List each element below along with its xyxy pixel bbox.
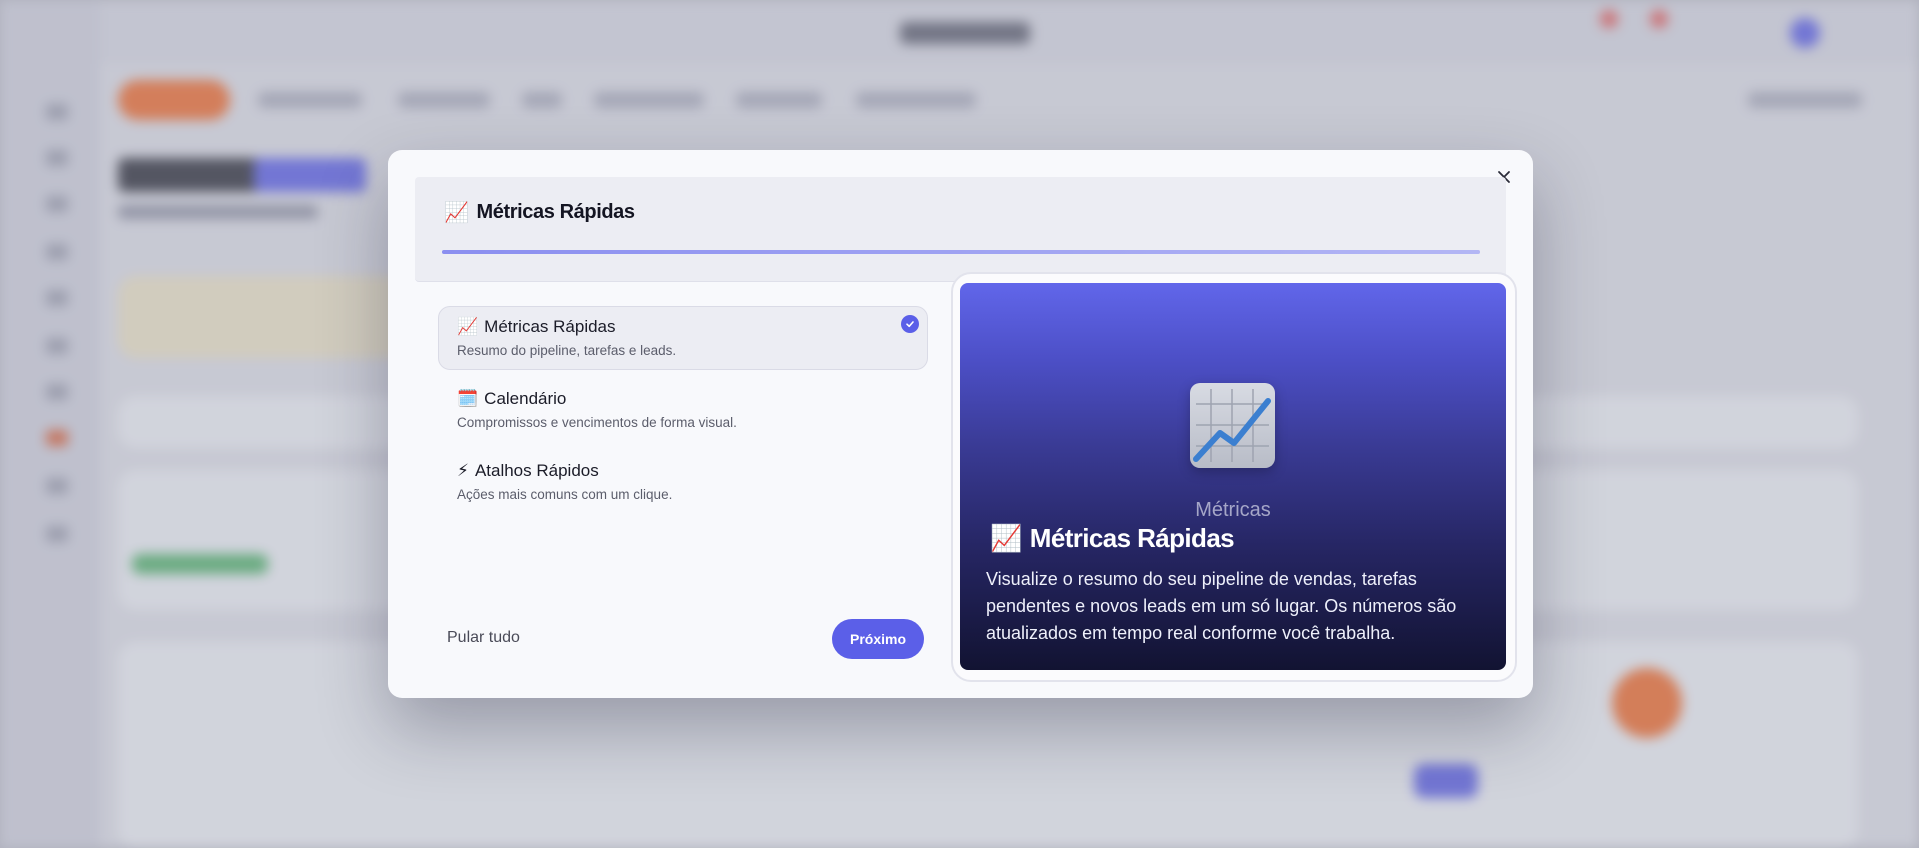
lightning-icon: ⚡	[457, 461, 469, 480]
step-list: 📈 Métricas Rápidas Resumo do pipeline, t…	[438, 306, 928, 522]
step-title: 🗓️ Calendário	[457, 389, 909, 409]
step-description: Compromissos e vencimentos de forma visu…	[457, 415, 737, 430]
step-item-metricas[interactable]: 📈 Métricas Rápidas Resumo do pipeline, t…	[438, 306, 928, 370]
step-title: ⚡ Atalhos Rápidos	[457, 461, 909, 481]
onboarding-modal: 📈 Métricas Rápidas 📈 Métricas Rápidas Re…	[388, 150, 1533, 698]
check-icon	[901, 315, 919, 333]
step-label: Calendário	[484, 389, 567, 408]
modal-header	[415, 177, 1506, 282]
modal-title-text: Métricas Rápidas	[476, 201, 636, 223]
chart-increasing-icon	[1190, 383, 1275, 468]
step-title: 📈 Métricas Rápidas	[457, 317, 909, 337]
preview-caption: Métricas	[1195, 499, 1271, 521]
step-item-calendario[interactable]: 🗓️ Calendário Compromissos e vencimentos…	[438, 378, 928, 442]
progress-bar-fill	[442, 250, 1480, 254]
calendar-icon: 🗓️	[457, 389, 479, 408]
chart-increasing-icon: 📈	[457, 317, 479, 336]
preview-description: Visualize o resumo do seu pipeline de ve…	[986, 569, 1457, 643]
step-description: Resumo do pipeline, tarefas e leads.	[457, 343, 677, 358]
progress-bar	[442, 250, 1480, 254]
chart-increasing-icon: 📈	[990, 523, 1022, 553]
next-button[interactable]: Próximo	[832, 619, 924, 659]
preview-card: Métricas 📈 Métricas Rápidas Visualize o …	[960, 283, 1506, 670]
skip-all-button[interactable]: Pular tudo	[447, 629, 520, 647]
chart-increasing-icon: 📈	[444, 202, 469, 224]
step-label: Atalhos Rápidos	[474, 461, 599, 480]
step-description: Ações mais comuns com um clique.	[457, 487, 673, 502]
preview-title-text: Métricas Rápidas	[1029, 523, 1235, 553]
preview-title: 📈 Métricas Rápidas	[990, 523, 1235, 554]
step-item-atalhos[interactable]: ⚡ Atalhos Rápidos Ações mais comuns com …	[438, 450, 928, 514]
step-label: Métricas Rápidas	[484, 317, 616, 336]
modal-title: 📈 Métricas Rápidas	[444, 200, 635, 225]
